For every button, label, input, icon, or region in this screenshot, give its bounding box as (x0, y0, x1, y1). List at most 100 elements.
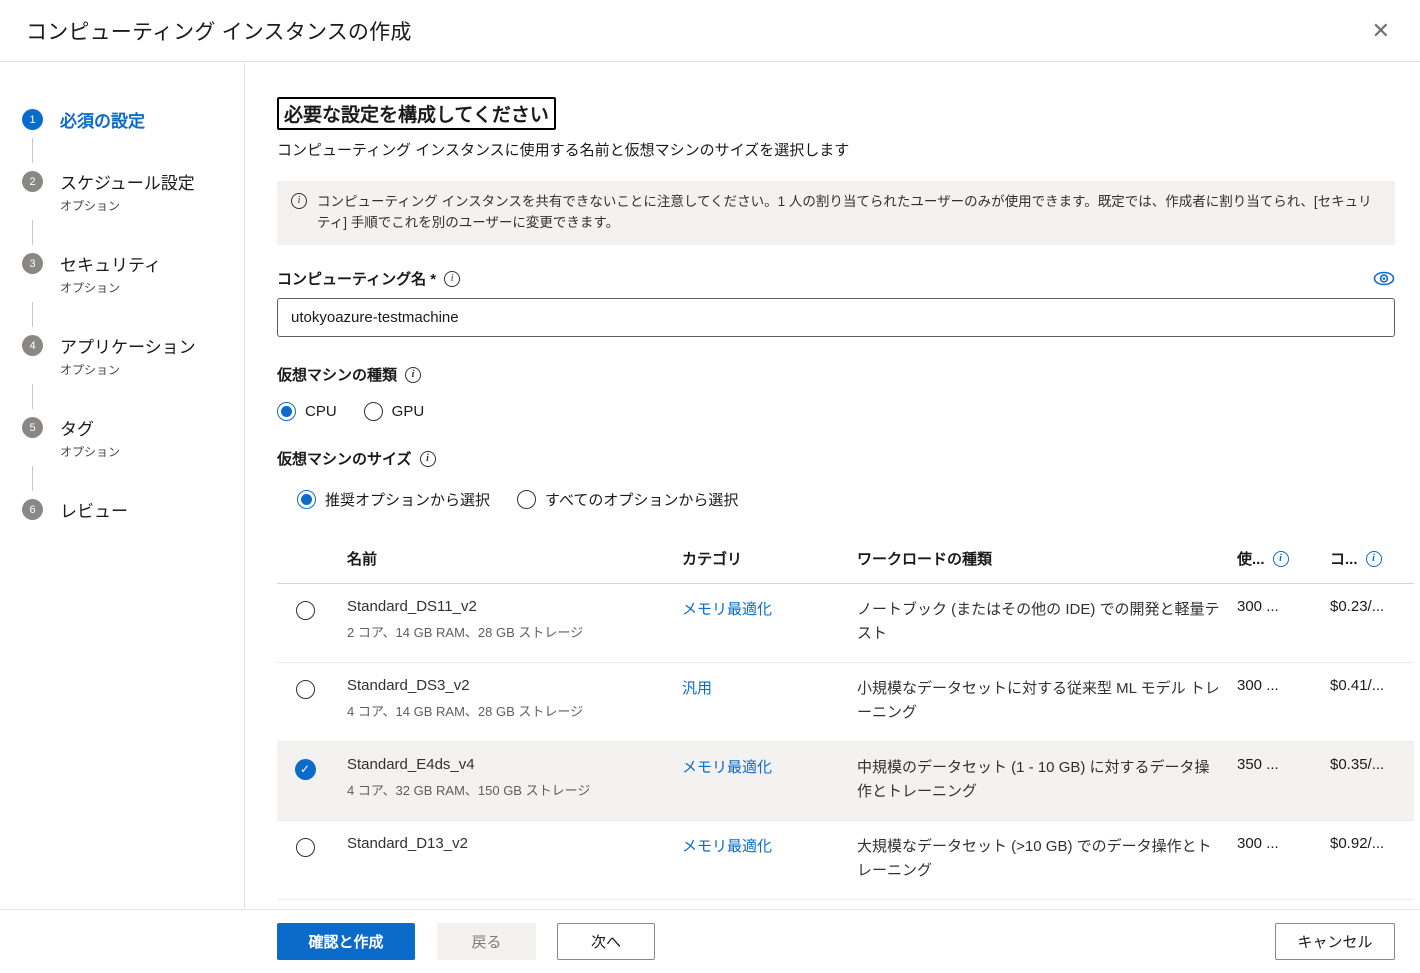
vm-specs: 4 コア、32 GB RAM、150 GB ストレージ (347, 780, 668, 799)
header-name: 名前 (347, 548, 682, 569)
header-quota-label: 使... (1237, 548, 1265, 569)
row-radio[interactable] (296, 838, 315, 857)
vm-workload: 中規模のデータセット (1 - 10 GB) に対するデータ操作とトレーニング (857, 756, 1237, 804)
vm-workload: 小規模なデータセットに対する従来型 ML モデル トレーニング (857, 677, 1237, 725)
step-sublabel: オプション (60, 361, 196, 378)
page-subtitle: コンピューティング インスタンスに使用する名前と仮想マシンのサイズを選択します (277, 139, 1414, 160)
step-applications[interactable]: 4 アプリケーション オプション (22, 333, 234, 378)
vm-name: Standard_D13_v2 (347, 835, 668, 852)
vm-name: Standard_E4ds_v4 (347, 756, 668, 773)
vm-size-radio-recommended[interactable]: 推奨オプションから選択 (297, 489, 490, 510)
info-icon[interactable]: i (444, 271, 460, 287)
vm-size-radio-all-options[interactable]: すべてのオプションから選択 (517, 489, 738, 510)
vm-type-radio-gpu[interactable]: GPU (364, 402, 425, 421)
step-sublabel: オプション (60, 443, 120, 460)
step-connector (32, 302, 234, 327)
vm-cost: $0.92/... (1330, 835, 1414, 852)
step-label: セキュリティ (60, 251, 161, 276)
radio-label: CPU (305, 403, 337, 420)
vm-category: メモリ最適化 (682, 598, 857, 619)
dialog-title: コンピューティング インスタンスの作成 (26, 16, 412, 46)
dialog-header: コンピューティング インスタンスの作成 ✕ (0, 0, 1420, 62)
selected-check-icon[interactable]: ✓ (295, 759, 316, 780)
step-number-badge: 6 (22, 499, 43, 520)
header-category: カテゴリ (682, 548, 857, 569)
cancel-button[interactable]: キャンセル (1275, 923, 1395, 960)
wizard-steps-sidebar: 1 必須の設定 2 スケジュール設定 オプション 3 セキュリティ オプション (0, 63, 245, 909)
radio-dot (277, 402, 296, 421)
eye-icon[interactable] (1373, 271, 1395, 286)
header-cost-label: コ... (1330, 548, 1358, 569)
vm-specs: 4 コア、14 GB RAM、28 GB ストレージ (347, 701, 668, 720)
main-content: 必要な設定を構成してください コンピューティング インスタンスに使用する名前と仮… (245, 63, 1420, 909)
vm-name: Standard_DS3_v2 (347, 677, 668, 694)
vm-quota: 300 ... (1237, 598, 1330, 615)
radio-label: 推奨オプションから選択 (325, 489, 490, 510)
step-sublabel: オプション (60, 197, 195, 214)
table-row[interactable]: Standard_DS3_v2 4 コア、14 GB RAM、28 GB ストレ… (277, 663, 1414, 742)
row-radio[interactable] (296, 601, 315, 620)
radio-label: GPU (392, 403, 425, 420)
vm-workload: 大規模なデータセット (>10 GB) でのデータ操作とトレーニング (857, 835, 1237, 883)
radio-dot (364, 402, 383, 421)
table-row[interactable]: Standard_D13_v2 メモリ最適化 大規模なデータセット (>10 G… (277, 821, 1414, 900)
step-label: タグ (60, 415, 120, 440)
header-workload: ワークロードの種類 (857, 548, 1237, 569)
info-icon[interactable]: i (1273, 551, 1289, 567)
vm-quota: 350 ... (1237, 756, 1330, 773)
vm-cost: $0.35/... (1330, 756, 1414, 773)
vm-size-table: 名前 カテゴリ ワークロードの種類 使... i コ... i Sta (277, 540, 1414, 900)
vm-category: メモリ最適化 (682, 835, 857, 856)
vm-workload: ノートブック (またはその他の IDE) での開発と軽量テスト (857, 598, 1237, 646)
step-connector (32, 138, 234, 163)
step-number-badge: 2 (22, 171, 43, 192)
create-compute-instance-dialog: コンピューティング インスタンスの作成 ✕ 1 必須の設定 2 スケジュール設定… (0, 0, 1420, 973)
info-icon[interactable]: i (405, 367, 421, 383)
vm-type-label: 仮想マシンの種類 (277, 364, 397, 385)
step-security[interactable]: 3 セキュリティ オプション (22, 251, 234, 296)
vm-cost: $0.23/... (1330, 598, 1414, 615)
header-select-col (277, 548, 347, 551)
step-label: レビュー (60, 497, 128, 522)
step-tags[interactable]: 5 タグ オプション (22, 415, 234, 460)
info-banner-text: コンピューティング インスタンスを共有できないことに注意してください。1 人の割… (317, 192, 1381, 234)
info-banner: i コンピューティング インスタンスを共有できないことに注意してください。1 人… (277, 181, 1395, 245)
step-schedule[interactable]: 2 スケジュール設定 オプション (22, 169, 234, 214)
step-connector (32, 384, 234, 409)
compute-name-label: コンピューティング名 * (277, 268, 436, 289)
next-button[interactable]: 次へ (557, 923, 655, 960)
review-create-button[interactable]: 確認と作成 (277, 923, 415, 960)
vm-cost: $0.41/... (1330, 677, 1414, 694)
close-icon[interactable]: ✕ (1364, 16, 1398, 46)
compute-name-input[interactable] (277, 298, 1395, 337)
radio-label: すべてのオプションから選択 (545, 489, 738, 510)
vm-category: 汎用 (682, 677, 857, 698)
step-label: アプリケーション (60, 333, 196, 358)
step-connector (32, 220, 234, 245)
back-button[interactable]: 戻る (437, 923, 536, 960)
vm-name: Standard_DS11_v2 (347, 598, 668, 615)
vm-size-label: 仮想マシンのサイズ (277, 448, 412, 469)
info-icon[interactable]: i (420, 451, 436, 467)
step-label: スケジュール設定 (60, 169, 195, 194)
header-quota: 使... i (1237, 548, 1330, 569)
step-required-settings[interactable]: 1 必須の設定 (22, 107, 234, 132)
step-number-badge: 1 (22, 109, 43, 130)
header-cost: コ... i (1330, 548, 1414, 569)
step-number-badge: 4 (22, 335, 43, 356)
step-number-badge: 3 (22, 253, 43, 274)
step-label: 必須の設定 (60, 107, 145, 132)
table-row[interactable]: Standard_DS11_v2 2 コア、14 GB RAM、28 GB スト… (277, 584, 1414, 663)
vm-quota: 300 ... (1237, 677, 1330, 694)
step-review[interactable]: 6 レビュー (22, 497, 234, 522)
table-header-row: 名前 カテゴリ ワークロードの種類 使... i コ... i (277, 540, 1414, 584)
vm-type-radio-cpu[interactable]: CPU (277, 402, 337, 421)
table-row-selected[interactable]: ✓ Standard_E4ds_v4 4 コア、32 GB RAM、150 GB… (277, 742, 1414, 821)
dialog-footer: 確認と作成 戻る 次へ キャンセル (0, 909, 1420, 973)
step-number-badge: 5 (22, 417, 43, 438)
row-radio[interactable] (296, 680, 315, 699)
info-icon[interactable]: i (1366, 551, 1382, 567)
step-sublabel: オプション (60, 279, 161, 296)
page-title: 必要な設定を構成してください (277, 97, 556, 130)
radio-dot (297, 490, 316, 509)
